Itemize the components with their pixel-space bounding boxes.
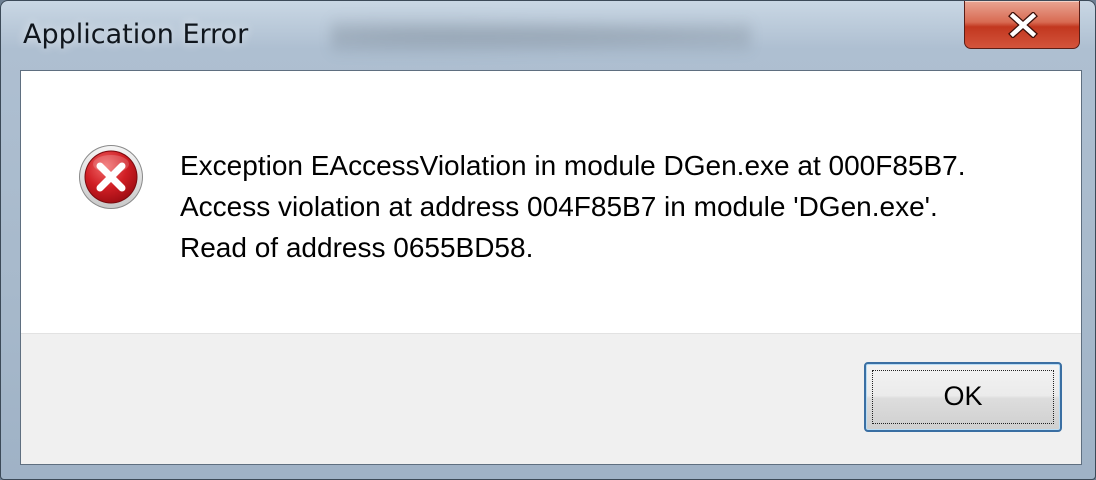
- close-button[interactable]: [964, 1, 1080, 49]
- message-line: Read of address 0655BD58.: [180, 232, 534, 263]
- ok-button[interactable]: OK: [864, 362, 1062, 432]
- dialog-body: Exception EAccessViolation in module DGe…: [20, 70, 1082, 465]
- error-message: Exception EAccessViolation in module DGe…: [180, 145, 966, 268]
- dialog-window: Application Error Exception EAccessViola…: [0, 0, 1096, 480]
- close-x-icon: [1008, 12, 1038, 38]
- message-area: Exception EAccessViolation in module DGe…: [21, 71, 1081, 333]
- ok-button-label: OK: [943, 381, 983, 411]
- message-line: Access violation at address 004F85B7 in …: [180, 191, 938, 222]
- message-line: Exception EAccessViolation in module DGe…: [180, 150, 966, 181]
- button-bar: OK: [21, 333, 1081, 464]
- error-icon: [79, 145, 143, 209]
- window-title: Application Error: [23, 19, 249, 50]
